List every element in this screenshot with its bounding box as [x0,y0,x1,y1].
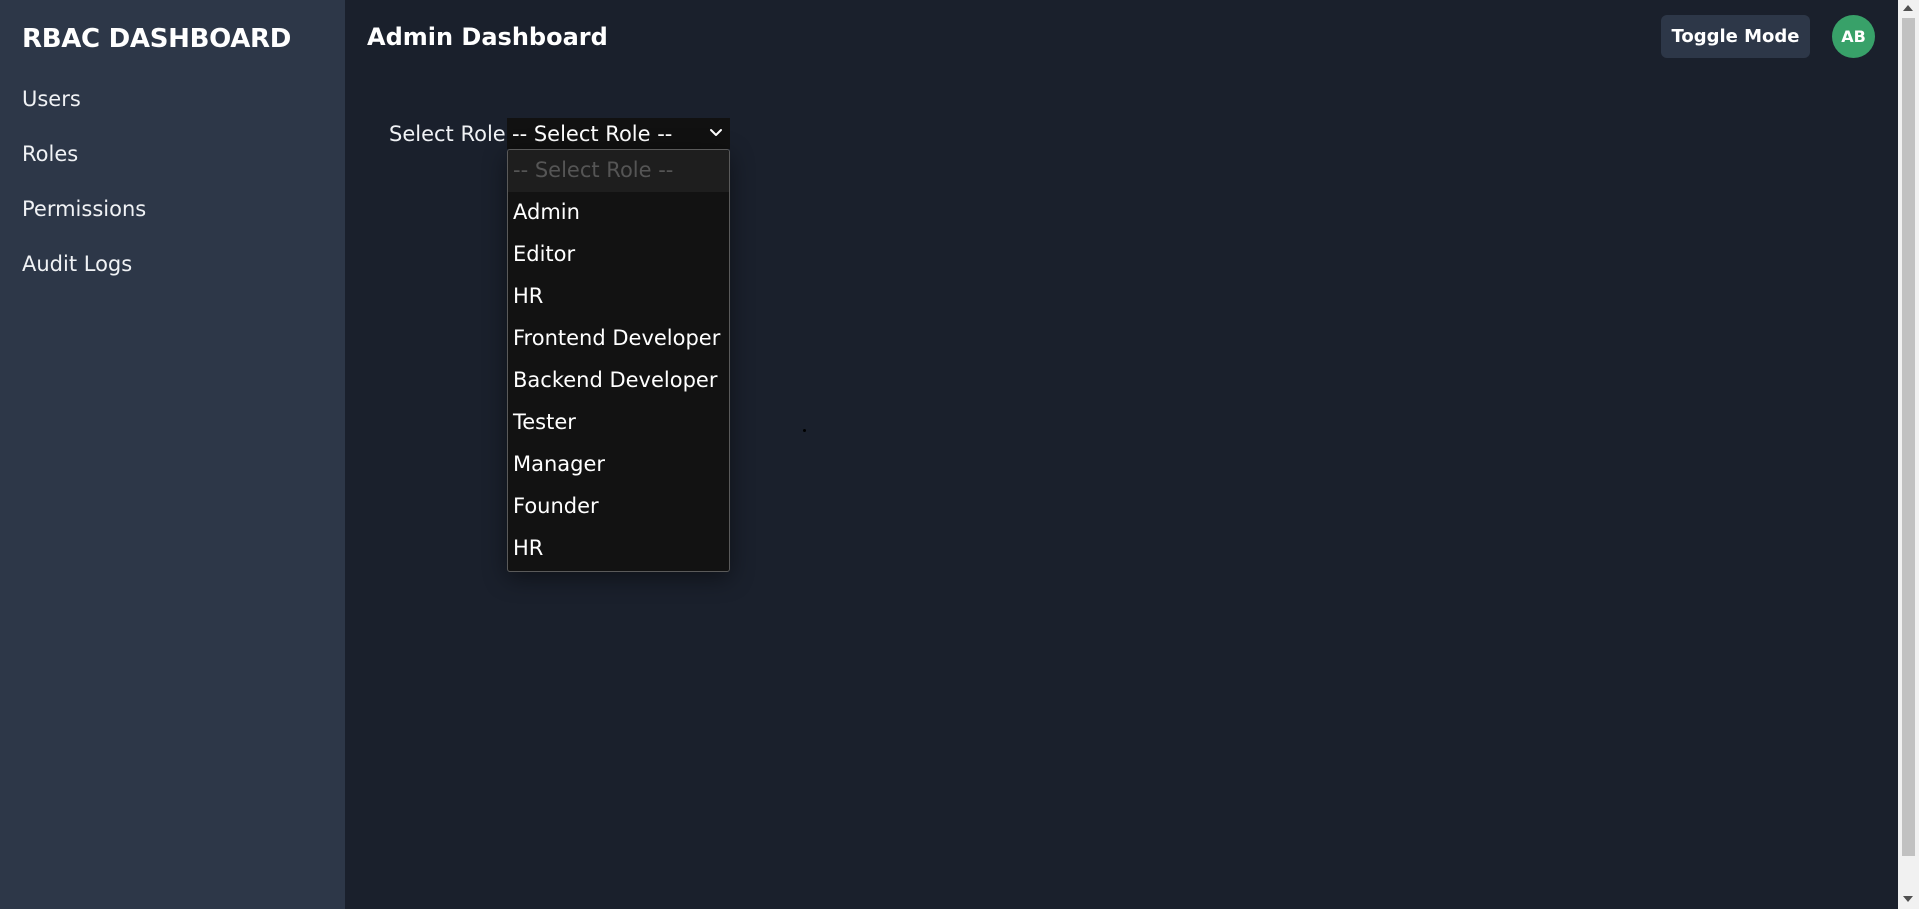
role-option-tester[interactable]: Tester [508,402,729,444]
scroll-up-arrow-icon[interactable] [1903,5,1913,11]
option-label: HR [513,284,544,308]
option-label: HR [513,536,544,560]
option-label: -- Select Role -- [513,158,674,182]
app-window: RBAC DASHBOARD Users Roles Permissions A… [0,0,1919,909]
role-option-hr-2[interactable]: HR [508,528,729,570]
role-select-value: -- Select Role -- [512,122,673,146]
toggle-mode-button[interactable]: Toggle Mode [1661,15,1810,58]
role-dropdown-list: -- Select Role -- Admin Editor HR Fronte… [507,149,730,572]
brand-title: RBAC DASHBOARD [22,24,292,54]
sidebar-item-users[interactable]: Users [22,87,81,111]
stray-dot [803,429,806,432]
select-role-label: Select Role: [389,122,513,146]
sidebar: RBAC DASHBOARD Users Roles Permissions A… [0,0,345,909]
sidebar-item-permissions[interactable]: Permissions [22,197,146,221]
option-label: Manager [513,452,606,476]
option-label: Backend Developer [513,368,718,392]
option-label: Admin [513,200,580,224]
role-option-backend-developer[interactable]: Backend Developer [508,360,729,402]
chevron-down-icon [710,129,722,136]
role-option-hr[interactable]: HR [508,276,729,318]
role-option-founder[interactable]: Founder [508,486,729,528]
option-label: Founder [513,494,599,518]
sidebar-item-roles[interactable]: Roles [22,142,78,166]
role-option-editor[interactable]: Editor [508,234,729,276]
main-content: Admin Dashboard Toggle Mode AB Select Ro… [345,0,1899,909]
sidebar-item-audit-logs[interactable]: Audit Logs [22,252,132,276]
role-select[interactable]: -- Select Role -- [507,118,730,149]
scroll-thumb[interactable] [1902,18,1915,856]
option-label: Tester [513,410,576,434]
option-label: Frontend Developer [513,326,721,350]
role-option-placeholder[interactable]: -- Select Role -- [508,150,729,192]
avatar[interactable]: AB [1832,15,1875,58]
page-title: Admin Dashboard [367,23,608,51]
role-option-manager[interactable]: Manager [508,444,729,486]
scroll-down-arrow-icon[interactable] [1903,896,1913,902]
page-scrollbar[interactable] [1898,0,1919,909]
role-option-admin[interactable]: Admin [508,192,729,234]
role-option-frontend-developer[interactable]: Frontend Developer [508,318,729,360]
option-label: Editor [513,242,576,266]
